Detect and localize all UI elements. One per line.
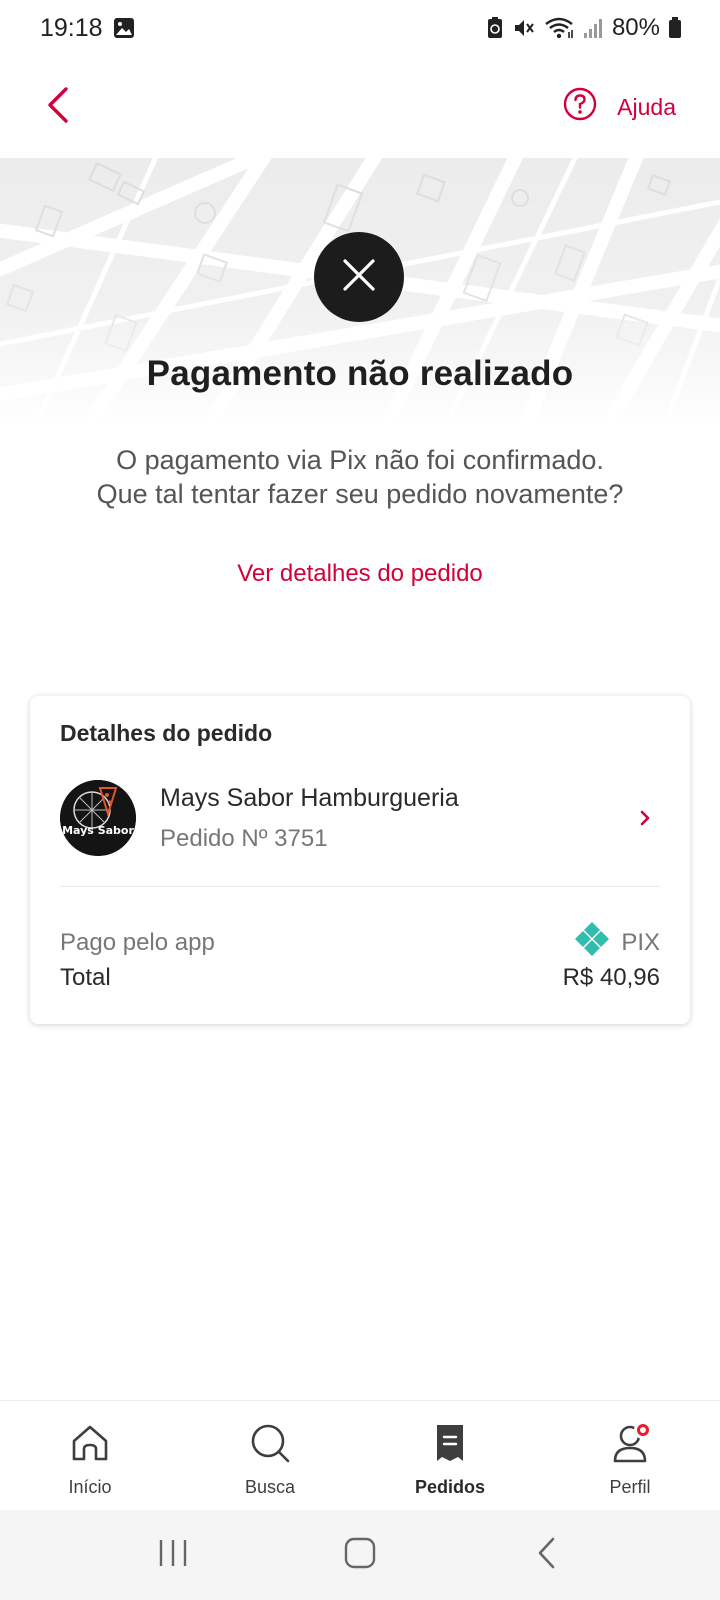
total-value: R$ 40,96 [562, 964, 660, 991]
notification-dot [634, 1421, 652, 1439]
bottom-navigation: Início Busca Pedidos Perfil [0, 1400, 720, 1510]
help-icon [563, 87, 597, 127]
status-right: 80% [486, 14, 682, 42]
status-time: 19:18 [40, 13, 103, 42]
home-icon [66, 1419, 114, 1467]
nav-label: Busca [244, 1477, 296, 1497]
paid-by-app-label: Pago pelo app [60, 928, 215, 956]
total-row: Total R$ 40,96 [60, 964, 660, 992]
store-logo-text: Mays Sabor [62, 824, 134, 837]
store-info: Mays Sabor Hamburgueria Pedido Nº 3751 [160, 784, 630, 853]
store-logo: Mays Sabor [60, 780, 136, 856]
pix-icon [573, 920, 611, 965]
view-order-details-link[interactable]: Ver detalhes do pedido [0, 560, 720, 588]
gallery-notification-icon [113, 17, 135, 39]
battery-level: 80% [611, 14, 660, 41]
payment-method: PIX [573, 920, 660, 965]
wifi-icon [544, 16, 574, 40]
page-title: Pagamento não realizado [146, 354, 574, 393]
total-label: Total [60, 964, 111, 991]
close-icon [341, 257, 377, 298]
back-button[interactable] [34, 83, 82, 131]
mute-icon [512, 16, 536, 40]
home-system-button[interactable] [330, 1525, 390, 1585]
subtitle-line-2: Que tal tentar fazer seu pedido novament… [96, 479, 624, 509]
nav-label: Pedidos [414, 1477, 485, 1497]
nav-item-busca[interactable]: Busca [180, 1401, 360, 1510]
status-bar: 19:18 80% [0, 0, 720, 56]
order-number: Pedido Nº 3751 [160, 824, 328, 852]
page-subtitle: O pagamento via Pix não foi confirmado. … [40, 443, 680, 511]
store-row[interactable]: Mays Sabor Mays Sabor Hamburgueria Pedid… [60, 780, 660, 856]
back-system-button[interactable] [517, 1525, 577, 1585]
back-arrow-icon [535, 1536, 559, 1575]
help-button[interactable]: Ajuda [563, 87, 676, 127]
search-icon [246, 1419, 294, 1467]
nav-label: Início [68, 1477, 112, 1497]
chevron-left-icon [44, 85, 72, 130]
nav-item-perfil[interactable]: Perfil [540, 1401, 720, 1510]
card-divider [60, 886, 660, 887]
nav-item-pedidos[interactable]: Pedidos [360, 1401, 540, 1510]
system-navigation-bar [0, 1510, 720, 1600]
card-title: Detalhes do pedido [60, 720, 273, 746]
battery-icon [668, 17, 682, 39]
status-left: 19:18 [40, 14, 135, 43]
battery-saver-icon [486, 16, 504, 40]
payment-row: Pago pelo app PIX [60, 920, 660, 965]
profile-icon [606, 1419, 654, 1467]
chevron-right-icon [630, 803, 660, 833]
payment-method-label: PIX [621, 928, 660, 956]
recent-apps-button[interactable] [143, 1525, 203, 1585]
order-details-card: Detalhes do pedido Mays Sabor Mays Sabor… [30, 696, 690, 1024]
nav-item-inicio[interactable]: Início [0, 1401, 180, 1510]
subtitle-line-1: O pagamento via Pix não foi confirmado. [116, 445, 604, 475]
top-app-bar: Ajuda [0, 56, 720, 158]
orders-icon [426, 1419, 474, 1467]
store-name: Mays Sabor Hamburgueria [160, 783, 459, 812]
nav-label: Perfil [609, 1477, 651, 1497]
home-square-icon [343, 1536, 377, 1575]
help-label: Ajuda [617, 93, 676, 120]
signal-icon [582, 17, 604, 39]
payment-failed-badge [314, 232, 404, 322]
recent-apps-icon [156, 1538, 190, 1573]
